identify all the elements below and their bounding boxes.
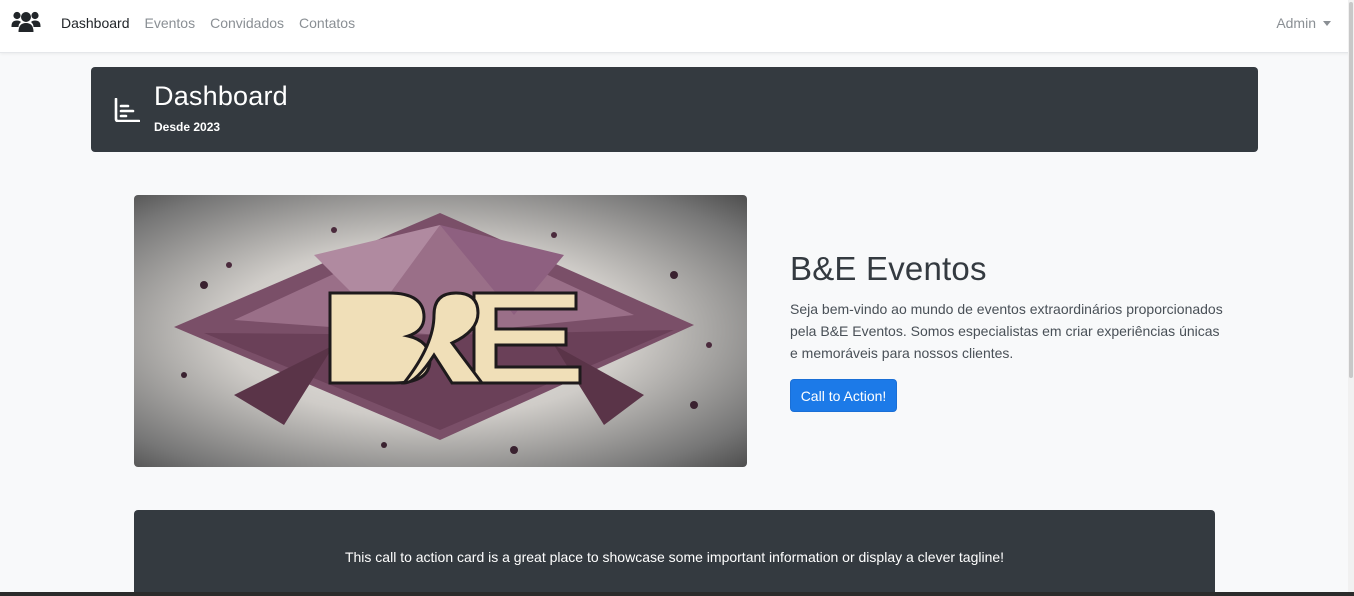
chart-icon [114,97,141,123]
cta-card-text: This call to action card is a great plac… [344,549,1005,565]
scrollbar-thumb[interactable] [1349,2,1353,378]
nav-link-contatos[interactable]: Contatos [299,15,355,31]
users-icon[interactable] [11,9,41,33]
caret-down-icon [1323,20,1331,26]
nav-links: Dashboard Eventos Convidados Contatos [61,0,370,46]
nav-link-dashboard[interactable]: Dashboard [61,15,130,31]
user-menu-label: Admin [1276,15,1316,31]
hero-logo-image [134,195,747,467]
page-title: Dashboard [154,81,288,111]
page-header: Dashboard Desde 2023 [91,67,1258,152]
call-to-action-button[interactable]: Call to Action! [790,379,897,412]
top-navbar: Dashboard Eventos Convidados Contatos Ad… [0,0,1354,53]
nav-link-convidados[interactable]: Convidados [210,15,284,31]
hero-description: Seja bem-vindo ao mundo de eventos extra… [790,301,1223,361]
logo-lettering [328,291,582,385]
page-scrollbar[interactable] [1348,0,1354,596]
bottom-divider [0,592,1354,596]
call-to-action-card: This call to action card is a great plac… [134,510,1215,596]
user-menu-dropdown[interactable]: Admin [1276,15,1331,31]
page-subtitle: Desde 2023 [154,120,221,134]
hero-title: B&E Eventos [790,250,987,287]
nav-link-eventos[interactable]: Eventos [145,15,196,31]
